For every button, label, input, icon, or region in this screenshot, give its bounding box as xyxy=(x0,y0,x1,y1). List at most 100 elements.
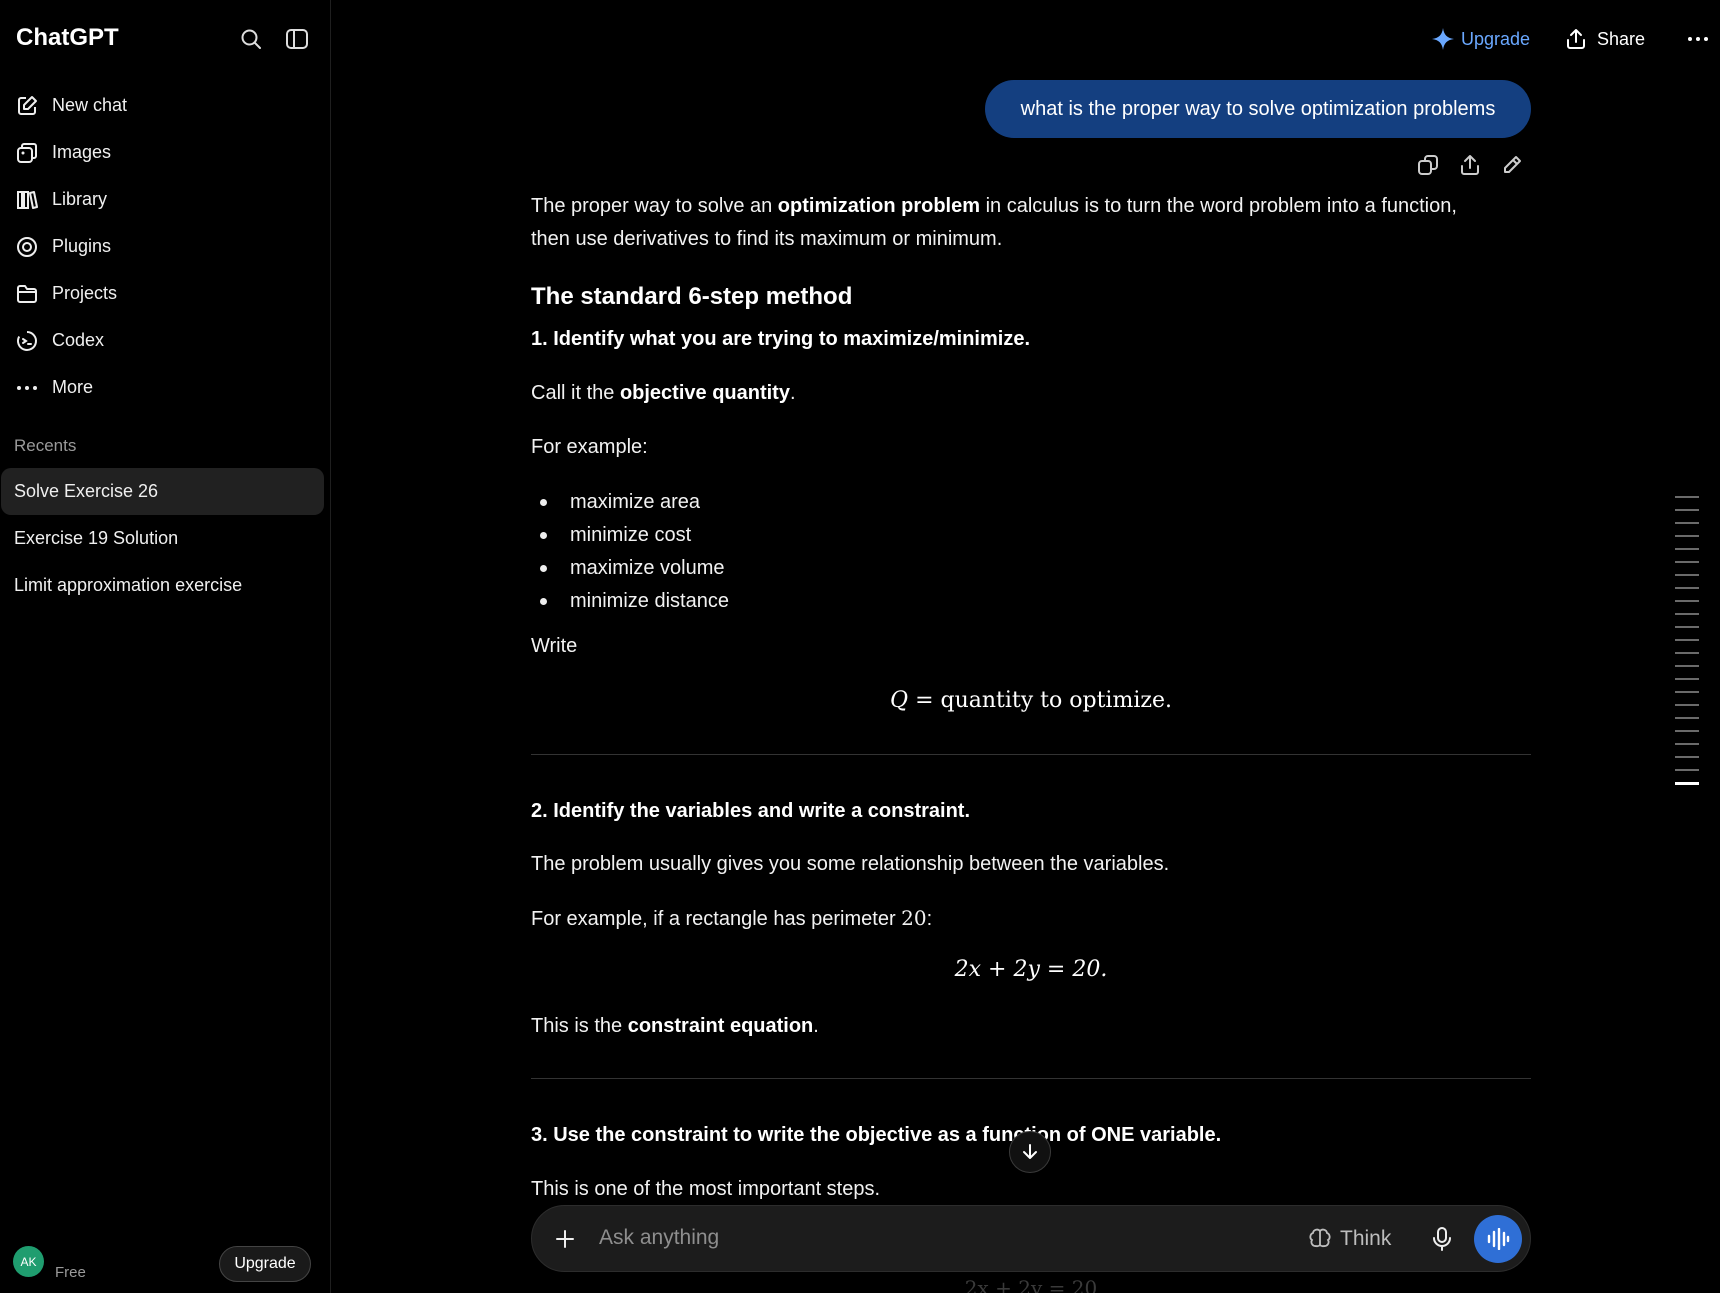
user-message-bubble: what is the proper way to solve optimiza… xyxy=(985,80,1531,138)
paragraph-text: Call it the xyxy=(531,382,620,404)
constraint-equation: 2x + 2y = 20. xyxy=(954,957,1108,982)
minimap-tick[interactable] xyxy=(1675,704,1699,706)
app-brand[interactable]: ChatGPT xyxy=(16,24,119,52)
sidebar-item-library[interactable]: Library xyxy=(6,176,324,223)
codex-icon xyxy=(14,328,40,354)
for-example-label: For example: xyxy=(531,436,648,458)
sidebar-item-label: Codex xyxy=(52,330,105,350)
minimap-tick-active[interactable] xyxy=(1675,782,1699,785)
minimap-tick[interactable] xyxy=(1675,574,1699,576)
sidebar-header: ChatGPT xyxy=(0,0,331,78)
minimap-tick[interactable] xyxy=(1675,496,1699,498)
share-label: Share xyxy=(1597,28,1646,49)
list-item: minimize cost xyxy=(531,519,1131,552)
step-3-paragraph: This is one of the most important steps. xyxy=(531,1178,881,1200)
intro-paragraph: The proper way to solve an optimization … xyxy=(531,190,1531,256)
minimap-tick[interactable] xyxy=(1675,561,1699,563)
search-icon[interactable] xyxy=(236,24,266,54)
plugins-icon xyxy=(14,234,40,260)
think-label: Think xyxy=(1340,1227,1392,1250)
bullet-dot xyxy=(540,499,547,506)
minimap-tick[interactable] xyxy=(1675,652,1699,654)
recent-chat-item[interactable]: Limit approximation exercise xyxy=(1,562,324,609)
recent-chat-item[interactable]: Exercise 19 Solution xyxy=(1,515,324,562)
intro-text: then use derivatives to find its maximum… xyxy=(531,228,1003,250)
avatar[interactable]: AK xyxy=(13,1246,44,1277)
minimap-tick[interactable] xyxy=(1675,509,1699,511)
minimap-tick[interactable] xyxy=(1675,730,1699,732)
minimap-tick[interactable] xyxy=(1675,639,1699,641)
sidebar-item-projects[interactable]: Projects xyxy=(6,270,324,317)
sidebar-item-label: Library xyxy=(52,189,108,209)
sidebar-upgrade-button[interactable]: Upgrade xyxy=(219,1246,311,1282)
think-button[interactable]: Think xyxy=(1308,1223,1391,1255)
sidebar-item-codex[interactable]: Codex xyxy=(6,317,324,364)
sidebar-toggle-icon[interactable] xyxy=(282,24,312,54)
paragraph-text: For example, if a rectangle has perimete… xyxy=(531,908,902,930)
list-item: maximize area xyxy=(531,486,1131,519)
sidebar-item-label: Images xyxy=(52,142,112,162)
sidebar-item-label: More xyxy=(52,377,94,397)
edit-icon[interactable] xyxy=(1497,150,1527,180)
sidebar-footer: AK Free Upgrade xyxy=(0,1236,331,1286)
more-options-icon[interactable] xyxy=(1683,24,1713,54)
recent-chat-item[interactable]: Solve Exercise 26 xyxy=(1,468,324,515)
upgrade-button[interactable]: Upgrade xyxy=(1431,24,1530,54)
divider xyxy=(531,1078,1531,1079)
paragraph-text: This is the xyxy=(531,1015,628,1037)
arrow-down-icon xyxy=(1023,1144,1037,1159)
divider xyxy=(531,754,1531,755)
waveform-icon xyxy=(1487,1228,1510,1250)
math-variable: Q xyxy=(890,688,909,713)
minimap-tick[interactable] xyxy=(1675,522,1699,524)
share-message-icon[interactable] xyxy=(1455,150,1485,180)
sidebar-item-new-chat[interactable]: New chat xyxy=(6,82,324,129)
minimap-tick[interactable] xyxy=(1675,678,1699,680)
minimap-tick[interactable] xyxy=(1675,535,1699,537)
math-text: = quantity to optimize. xyxy=(908,688,1172,713)
minimap-tick[interactable] xyxy=(1675,743,1699,745)
more-dots-icon xyxy=(14,375,40,401)
step-3-title: 3. Use the constraint to write the objec… xyxy=(531,1124,1222,1146)
conversation-minimap[interactable] xyxy=(1675,496,1699,796)
chat-input[interactable]: Ask anything xyxy=(599,1226,719,1250)
copy-icon[interactable] xyxy=(1413,150,1443,180)
sidebar-item-label: Plugins xyxy=(52,236,112,256)
microphone-icon[interactable] xyxy=(1426,1223,1458,1255)
obscured-equation: 2x + 2y = 20 xyxy=(964,1276,1098,1293)
list-item: maximize volume xyxy=(531,552,1131,585)
paragraph-text: . xyxy=(789,382,796,404)
intro-bold: optimization problem xyxy=(777,195,981,217)
sparkle-icon xyxy=(1431,27,1455,51)
sidebar-item-label: Projects xyxy=(52,283,118,303)
intro-text: The proper way to solve an xyxy=(531,195,778,217)
minimap-tick[interactable] xyxy=(1675,665,1699,667)
minimap-tick[interactable] xyxy=(1675,600,1699,602)
minimap-tick[interactable] xyxy=(1675,691,1699,693)
sidebar-item-plugins[interactable]: Plugins xyxy=(6,223,324,270)
plan-label: Free xyxy=(55,1264,86,1281)
step-2-paragraph: The problem usually gives you some relat… xyxy=(531,853,1170,875)
minimap-tick[interactable] xyxy=(1675,613,1699,615)
voice-mode-button[interactable] xyxy=(1474,1215,1522,1263)
minimap-tick[interactable] xyxy=(1675,769,1699,771)
compose-icon xyxy=(14,93,40,119)
bullet-dot xyxy=(540,532,547,539)
images-icon xyxy=(14,140,40,166)
minimap-tick[interactable] xyxy=(1675,626,1699,628)
brain-icon xyxy=(1308,1227,1332,1251)
sidebar: ChatGPT New chat Images Library Plugins … xyxy=(0,0,331,1293)
minimap-tick[interactable] xyxy=(1675,756,1699,758)
minimap-tick[interactable] xyxy=(1675,717,1699,719)
constraint-paragraph: This is the constraint equation. xyxy=(531,1010,1531,1043)
sidebar-item-more[interactable]: More xyxy=(6,364,324,411)
bullet-dot xyxy=(540,565,547,572)
plus-icon[interactable] xyxy=(550,1224,580,1254)
scroll-to-bottom-button[interactable] xyxy=(1009,1131,1051,1173)
sidebar-item-images[interactable]: Images xyxy=(6,129,324,176)
list-item-text: maximize volume xyxy=(570,557,725,579)
paragraph-bold: constraint equation xyxy=(627,1015,814,1037)
minimap-tick[interactable] xyxy=(1675,587,1699,589)
share-button[interactable]: Share xyxy=(1565,24,1645,54)
minimap-tick[interactable] xyxy=(1675,548,1699,550)
